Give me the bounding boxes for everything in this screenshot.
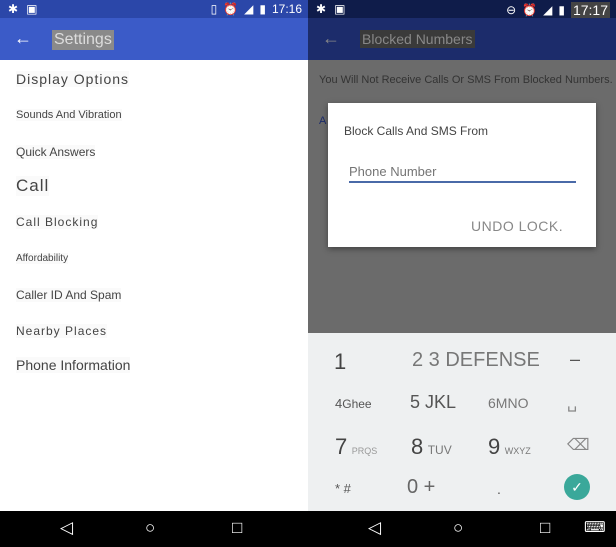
key-7[interactable]: 7 PRQS (335, 434, 377, 460)
space-key-icon[interactable]: ␣ (567, 393, 577, 413)
key-1[interactable]: 1 (334, 349, 346, 375)
back-arrow-icon[interactable]: ← (322, 28, 340, 49)
dialog-title: Block Calls And SMS From (344, 124, 489, 138)
nav-back-icon[interactable]: ◁ (60, 518, 73, 538)
key-4[interactable]: 4Ghee (335, 395, 372, 413)
key-0-plus[interactable]: 0 + (407, 476, 435, 499)
settings-item-call-blocking[interactable]: Call Blocking (16, 215, 99, 229)
numeric-keypad: 1 2 3 DEFENSE – 4Ghee 5 JKL 6MNO ␣ 7 PRQ… (308, 333, 616, 511)
nav-recents-icon[interactable]: □ (540, 518, 550, 538)
alarm-icon: ⏰ (522, 3, 538, 17)
image-icon: ▣ (26, 2, 38, 16)
settings-screen: ✱ ▣ ▯ ⏰ ◢ ▮ 17:16 ← Settings Display Options … (0, 0, 308, 547)
nav-bar: ◁ ○ □ (0, 511, 308, 547)
page-title: Settings (52, 30, 114, 50)
app-bar: ← Settings (0, 18, 308, 60)
status-time: 17:17 (570, 2, 610, 18)
nav-bar: ◁ ○ □ ⌨ (308, 511, 616, 547)
settings-item-display-options[interactable]: Display Options (16, 71, 130, 87)
battery-icon: ▮ (259, 2, 266, 16)
page-title: Blocked Numbers (360, 30, 475, 48)
settings-item-call[interactable]: Call (16, 176, 50, 196)
keyboard-icon[interactable]: ⌨ (584, 518, 606, 536)
signal-icon: ◢ (543, 3, 553, 17)
alarm-icon: ⏰ (223, 2, 239, 16)
bug-icon: ✱ (8, 2, 19, 16)
key-star-hash[interactable]: * # (335, 481, 351, 496)
back-arrow-icon[interactable]: ← (14, 28, 32, 49)
settings-item-sounds[interactable]: Sounds And Vibration (16, 109, 122, 121)
key-minus[interactable]: – (570, 349, 580, 370)
status-bar: ✱ ▣ ⊖ ⏰ ◢ ▮ 17:17 (308, 0, 616, 18)
block-dialog: Block Calls And SMS From UNDO LOCK. (328, 103, 596, 247)
settings-item-phone-information[interactable]: Phone Information (16, 357, 131, 373)
phone-number-input[interactable] (349, 161, 576, 183)
blocked-numbers-screen: ✱ ▣ ⊖ ⏰ ◢ ▮ 17:17 ← Blocked Numbers You Will … (308, 0, 616, 547)
key-9[interactable]: 9 WXYZ (488, 434, 531, 460)
undo-lock-button[interactable]: UNDO LOCK. (471, 218, 563, 234)
nav-home-icon[interactable]: ○ (145, 518, 155, 538)
settings-item-affordability[interactable]: Affordability (16, 253, 69, 264)
backspace-icon[interactable]: ⌫ (567, 435, 590, 455)
dnd-icon: ⊖ (506, 3, 517, 17)
signal-icon: ◢ (244, 2, 254, 16)
vibrate-icon: ▯ (210, 2, 218, 16)
key-2-3[interactable]: 2 3 DEFENSE (412, 349, 540, 372)
battery-icon: ▮ (558, 3, 565, 17)
image-icon: ▣ (334, 2, 346, 16)
nav-home-icon[interactable]: ○ (453, 518, 463, 538)
app-bar: ← Blocked Numbers (308, 18, 616, 60)
key-8[interactable]: 8 TUV (411, 434, 452, 460)
settings-item-caller-id[interactable]: Caller ID And Spam (16, 288, 122, 302)
key-6[interactable]: 6MNO (488, 395, 528, 411)
key-5[interactable]: 5 JKL (410, 392, 456, 413)
status-bar: ✱ ▣ ▯ ⏰ ◢ ▮ 17:16 (0, 0, 308, 18)
nav-back-icon[interactable]: ◁ (368, 518, 381, 538)
key-period[interactable]: . (497, 481, 501, 497)
nav-recents-icon[interactable]: □ (232, 518, 242, 538)
add-number-link[interactable]: A (319, 115, 326, 127)
blocked-description: You Will Not Receive Calls Or SMS From B… (319, 74, 613, 86)
status-time: 17:16 (271, 2, 302, 16)
bug-icon: ✱ (316, 2, 327, 16)
settings-item-quick-answers[interactable]: Quick Answers (16, 145, 96, 159)
settings-item-nearby-places[interactable]: Nearby Places (16, 324, 108, 338)
confirm-check-icon[interactable]: ✓ (564, 474, 590, 500)
